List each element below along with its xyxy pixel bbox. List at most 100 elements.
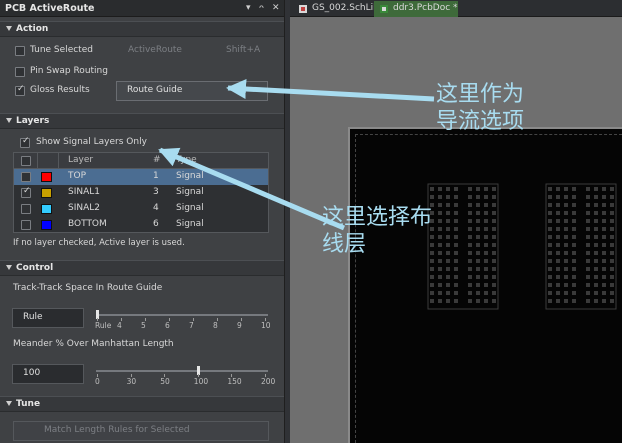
layer-color-swatch[interactable] bbox=[41, 220, 52, 230]
pin-swap-checkbox[interactable] bbox=[15, 67, 25, 77]
section-action-label: Action bbox=[16, 24, 49, 34]
close-icon[interactable]: ✕ bbox=[272, 3, 280, 13]
pad bbox=[454, 235, 458, 239]
layer-row-bottom[interactable]: BOTTOM 6 Signal bbox=[14, 217, 268, 233]
pad bbox=[430, 267, 434, 271]
layer-checkbox[interactable] bbox=[21, 172, 31, 182]
layer-row-sinal2[interactable]: SINAL2 4 Signal bbox=[14, 201, 268, 217]
tab-schlib[interactable]: GS_002.SchLib bbox=[293, 1, 379, 17]
column-num-header[interactable]: # bbox=[153, 155, 161, 165]
layer-row-top[interactable]: TOP 1 Signal bbox=[14, 169, 268, 185]
pad bbox=[586, 187, 590, 191]
layer-color-swatch[interactable] bbox=[41, 204, 52, 214]
route-guide-button[interactable]: Route Guide bbox=[116, 81, 268, 101]
layer-checkbox[interactable]: ✓ bbox=[21, 186, 31, 198]
column-type-header[interactable]: Type bbox=[176, 155, 197, 165]
layer-number: 1 bbox=[153, 171, 159, 181]
pad bbox=[446, 251, 450, 255]
pad bbox=[438, 267, 442, 271]
layer-checkbox[interactable] bbox=[21, 204, 31, 214]
tab-pcbdoc[interactable]: ddr3.PcbDoc * bbox=[374, 1, 458, 17]
pad bbox=[438, 259, 442, 263]
panel-menu-dropdown-icon[interactable]: ▾ bbox=[246, 3, 251, 13]
layer-row-sinal1[interactable]: ✓ SINAL1 3 Signal bbox=[14, 185, 268, 201]
track-space-input[interactable]: Rule bbox=[12, 308, 84, 328]
pad bbox=[484, 259, 488, 263]
pad bbox=[548, 283, 552, 287]
section-tune-header[interactable]: Tune bbox=[0, 396, 284, 412]
section-action-header[interactable]: Action bbox=[0, 21, 284, 37]
show-signal-layers-checkbox[interactable]: ✓ bbox=[20, 136, 30, 148]
pad bbox=[548, 195, 552, 199]
gloss-results-checkbox[interactable]: ✓ bbox=[15, 84, 25, 96]
section-control-header[interactable]: Control bbox=[0, 260, 284, 276]
pad bbox=[484, 211, 488, 215]
pad bbox=[430, 291, 434, 295]
pad bbox=[586, 211, 590, 215]
match-length-button[interactable]: Match Length Rules for Selected bbox=[13, 421, 269, 441]
activeroute-button[interactable]: ActiveRoute bbox=[128, 45, 182, 55]
pad bbox=[610, 235, 614, 239]
pad bbox=[446, 259, 450, 263]
pad bbox=[556, 243, 560, 247]
pad bbox=[586, 275, 590, 279]
select-all-checkbox[interactable] bbox=[21, 156, 31, 166]
activeroute-panel: PCB ActiveRoute ▾ ᴖ ✕ Action Tune Select… bbox=[0, 0, 284, 443]
pad bbox=[468, 187, 472, 191]
pad bbox=[468, 267, 472, 271]
pad bbox=[492, 219, 496, 223]
collapse-arrow-icon bbox=[6, 265, 12, 270]
pad bbox=[586, 219, 590, 223]
pad bbox=[548, 259, 552, 263]
section-layers-header[interactable]: Layers bbox=[0, 113, 284, 129]
meander-slider[interactable]: 0 30 50 100 150 200 bbox=[95, 364, 275, 388]
pad bbox=[446, 219, 450, 223]
pad bbox=[484, 275, 488, 279]
layer-name: SINAL2 bbox=[68, 203, 100, 213]
pad bbox=[586, 243, 590, 247]
pad bbox=[446, 195, 450, 199]
tune-selected-checkbox[interactable] bbox=[15, 46, 25, 56]
pad bbox=[476, 267, 480, 271]
pin-icon[interactable]: ᴖ bbox=[259, 3, 264, 12]
pad bbox=[594, 283, 598, 287]
layer-color-swatch[interactable] bbox=[41, 172, 52, 182]
pad bbox=[476, 251, 480, 255]
pad bbox=[586, 251, 590, 255]
pad bbox=[484, 283, 488, 287]
pad bbox=[610, 195, 614, 199]
pad bbox=[564, 227, 568, 231]
pad bbox=[564, 299, 568, 303]
panel-title-bar: PCB ActiveRoute ▾ ᴖ ✕ bbox=[0, 0, 284, 17]
pad bbox=[556, 283, 560, 287]
pad bbox=[572, 275, 576, 279]
slider-tick-label: 6 bbox=[165, 321, 170, 330]
pad bbox=[476, 195, 480, 199]
pad bbox=[484, 251, 488, 255]
pad bbox=[476, 235, 480, 239]
layer-color-swatch[interactable] bbox=[41, 188, 52, 198]
slider-tick-label: 10 bbox=[261, 321, 271, 330]
slider-tick-label: 200 bbox=[261, 377, 276, 386]
meander-input[interactable]: 100 bbox=[12, 364, 84, 384]
pad bbox=[438, 235, 442, 239]
pad bbox=[454, 243, 458, 247]
route-guide-label: Route Guide bbox=[127, 85, 183, 95]
annotation-line: 这里选择布 bbox=[322, 205, 433, 230]
layer-checkbox[interactable] bbox=[21, 220, 31, 230]
pad bbox=[548, 211, 552, 215]
section-control-label: Control bbox=[16, 263, 54, 273]
pad bbox=[556, 299, 560, 303]
column-layer-header[interactable]: Layer bbox=[68, 155, 93, 165]
track-space-slider[interactable]: Rule 4 5 6 7 8 9 10 bbox=[95, 308, 271, 332]
pad bbox=[476, 243, 480, 247]
pad bbox=[610, 251, 614, 255]
pad bbox=[476, 211, 480, 215]
pad bbox=[468, 243, 472, 247]
pad bbox=[610, 243, 614, 247]
pad bbox=[476, 299, 480, 303]
pad bbox=[610, 267, 614, 271]
pcb-components bbox=[427, 183, 617, 310]
pad bbox=[564, 187, 568, 191]
pcb-board[interactable] bbox=[348, 127, 622, 443]
